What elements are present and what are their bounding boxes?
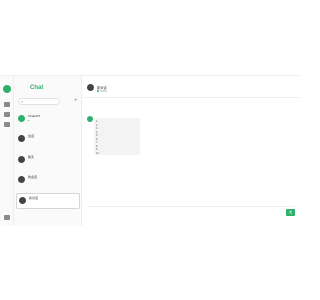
- conversation-title: 聊天: [28, 155, 35, 159]
- online-dot-icon: [97, 90, 99, 92]
- bot-avatar-icon: [87, 116, 93, 122]
- bot-message: 1. 2. 3. 4. 5. 6. 7. 8. 9. 10.: [94, 118, 140, 155]
- chat-panel: 新对话 Online 1. 2. 3. 4. 5. 6. 7. 8. 9. 10…: [82, 76, 300, 226]
- message-line: 10.: [96, 151, 100, 155]
- conversation-title: 新对话: [29, 196, 39, 200]
- avatar: [18, 115, 25, 122]
- avatar: [19, 197, 26, 204]
- conversation-item[interactable]: ChatGPT ●: [16, 112, 80, 128]
- watermark: [112, 165, 192, 173]
- conversation-item[interactable]: 会话: [16, 132, 80, 148]
- composer: 发: [87, 206, 295, 216]
- search-icon: ⌕: [21, 99, 24, 104]
- avatar: [18, 135, 25, 142]
- chat-header: 新对话 Online: [82, 76, 300, 98]
- conversation-title: 新会话: [28, 175, 38, 179]
- conversation-title: ChatGPT: [28, 114, 41, 118]
- chat-status: Online: [97, 90, 107, 93]
- grid-icon[interactable]: [4, 112, 10, 117]
- chat-bubble-icon[interactable]: [4, 102, 10, 107]
- settings-icon[interactable]: [4, 215, 10, 220]
- user-icon[interactable]: [4, 122, 10, 127]
- avatar: [87, 84, 94, 91]
- conversation-subtitle: ●: [28, 119, 30, 122]
- message-input[interactable]: [87, 209, 267, 216]
- icon-rail: [0, 76, 14, 226]
- new-chat-button[interactable]: +: [74, 98, 78, 104]
- conversation-item-active[interactable]: 新对话: [16, 193, 80, 209]
- conversation-list: Chat ⌕ + ChatGPT ● 会话 聊天 新会话 新对话: [14, 76, 82, 226]
- chat-app: Chat ⌕ + ChatGPT ● 会话 聊天 新会话 新对话 新对话 Onl…: [0, 75, 300, 226]
- app-logo-icon: [3, 85, 11, 93]
- conversation-item[interactable]: 新会话: [16, 173, 80, 189]
- app-brand: Chat: [30, 85, 44, 91]
- avatar: [18, 156, 25, 163]
- avatar: [18, 176, 25, 183]
- conversation-item[interactable]: 聊天: [16, 153, 80, 169]
- search-input[interactable]: ⌕: [18, 98, 60, 105]
- send-button[interactable]: 发: [286, 209, 295, 216]
- conversation-title: 会话: [28, 134, 35, 138]
